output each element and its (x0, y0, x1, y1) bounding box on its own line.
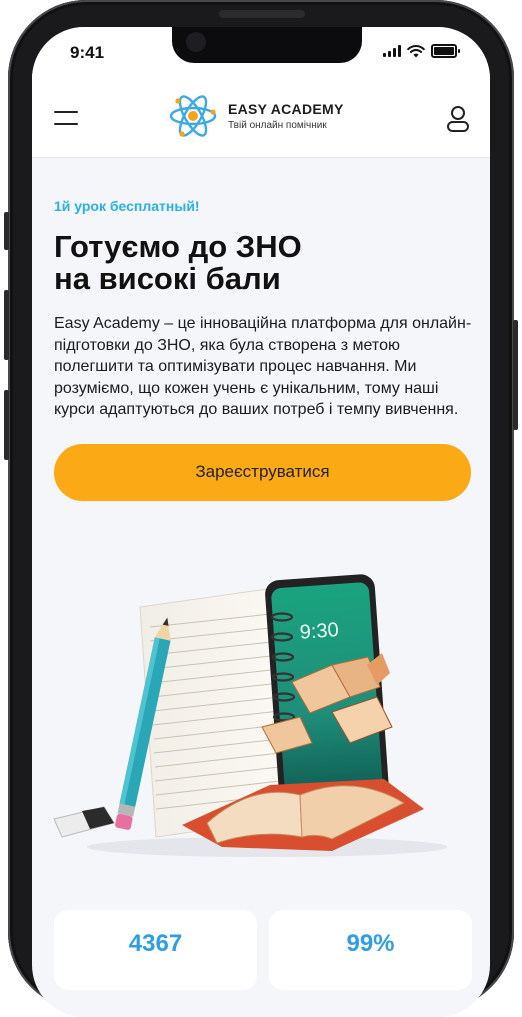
status-time: 9:41 (70, 43, 105, 62)
brand-logo[interactable]: EASY ACADEMY Твій онлайн помічник (168, 91, 344, 141)
illustration-phone-time: 9:30 (299, 619, 339, 644)
hero-illustration: 9:30 (53, 574, 447, 857)
hero-description: Easy Academy – це інноваційна платформа … (54, 315, 472, 418)
user-profile-button[interactable] (446, 105, 470, 133)
register-button[interactable]: Зареєструватися (54, 443, 471, 501)
front-camera (186, 32, 206, 52)
camera-notch (172, 27, 362, 63)
stat-card: 4367 (54, 910, 257, 990)
volume-down-button (4, 390, 9, 460)
stat-value: 99% (346, 930, 395, 957)
eraser (53, 806, 115, 838)
user-icon (447, 106, 469, 132)
stats-row: 4367 99% (54, 910, 472, 990)
brand-tagline: Твій онлайн помічник (228, 120, 327, 131)
power-button (513, 320, 518, 430)
title-line-1: Готуємо до ЗНО (54, 229, 302, 264)
phone-screen: 9:41 EASY ACADEMY Твій онлайн помічник 1… (32, 27, 490, 1017)
hero-section: 1й урок бесплатный! Готуємо до ЗНО на ви… (54, 157, 472, 501)
atom-logo-icon (169, 95, 217, 137)
menu-button[interactable] (54, 111, 78, 127)
silent-switch (4, 212, 9, 250)
stat-value: 4367 (128, 930, 183, 957)
title-line-2: на високі бали (54, 261, 281, 296)
page-title: Готуємо до ЗНО на високі бали (54, 231, 472, 295)
volume-up-button (4, 290, 9, 360)
speaker-grille (219, 10, 305, 18)
signal-icon (383, 45, 401, 57)
status-icons (383, 44, 460, 58)
brand-name: EASY ACADEMY (228, 101, 344, 117)
site-header: EASY ACADEMY Твій онлайн помічник (32, 81, 490, 158)
stat-card: 99% (269, 910, 472, 990)
battery-icon (431, 44, 460, 58)
promo-text: 1й урок бесплатный! (54, 198, 200, 214)
wifi-icon (407, 44, 425, 57)
